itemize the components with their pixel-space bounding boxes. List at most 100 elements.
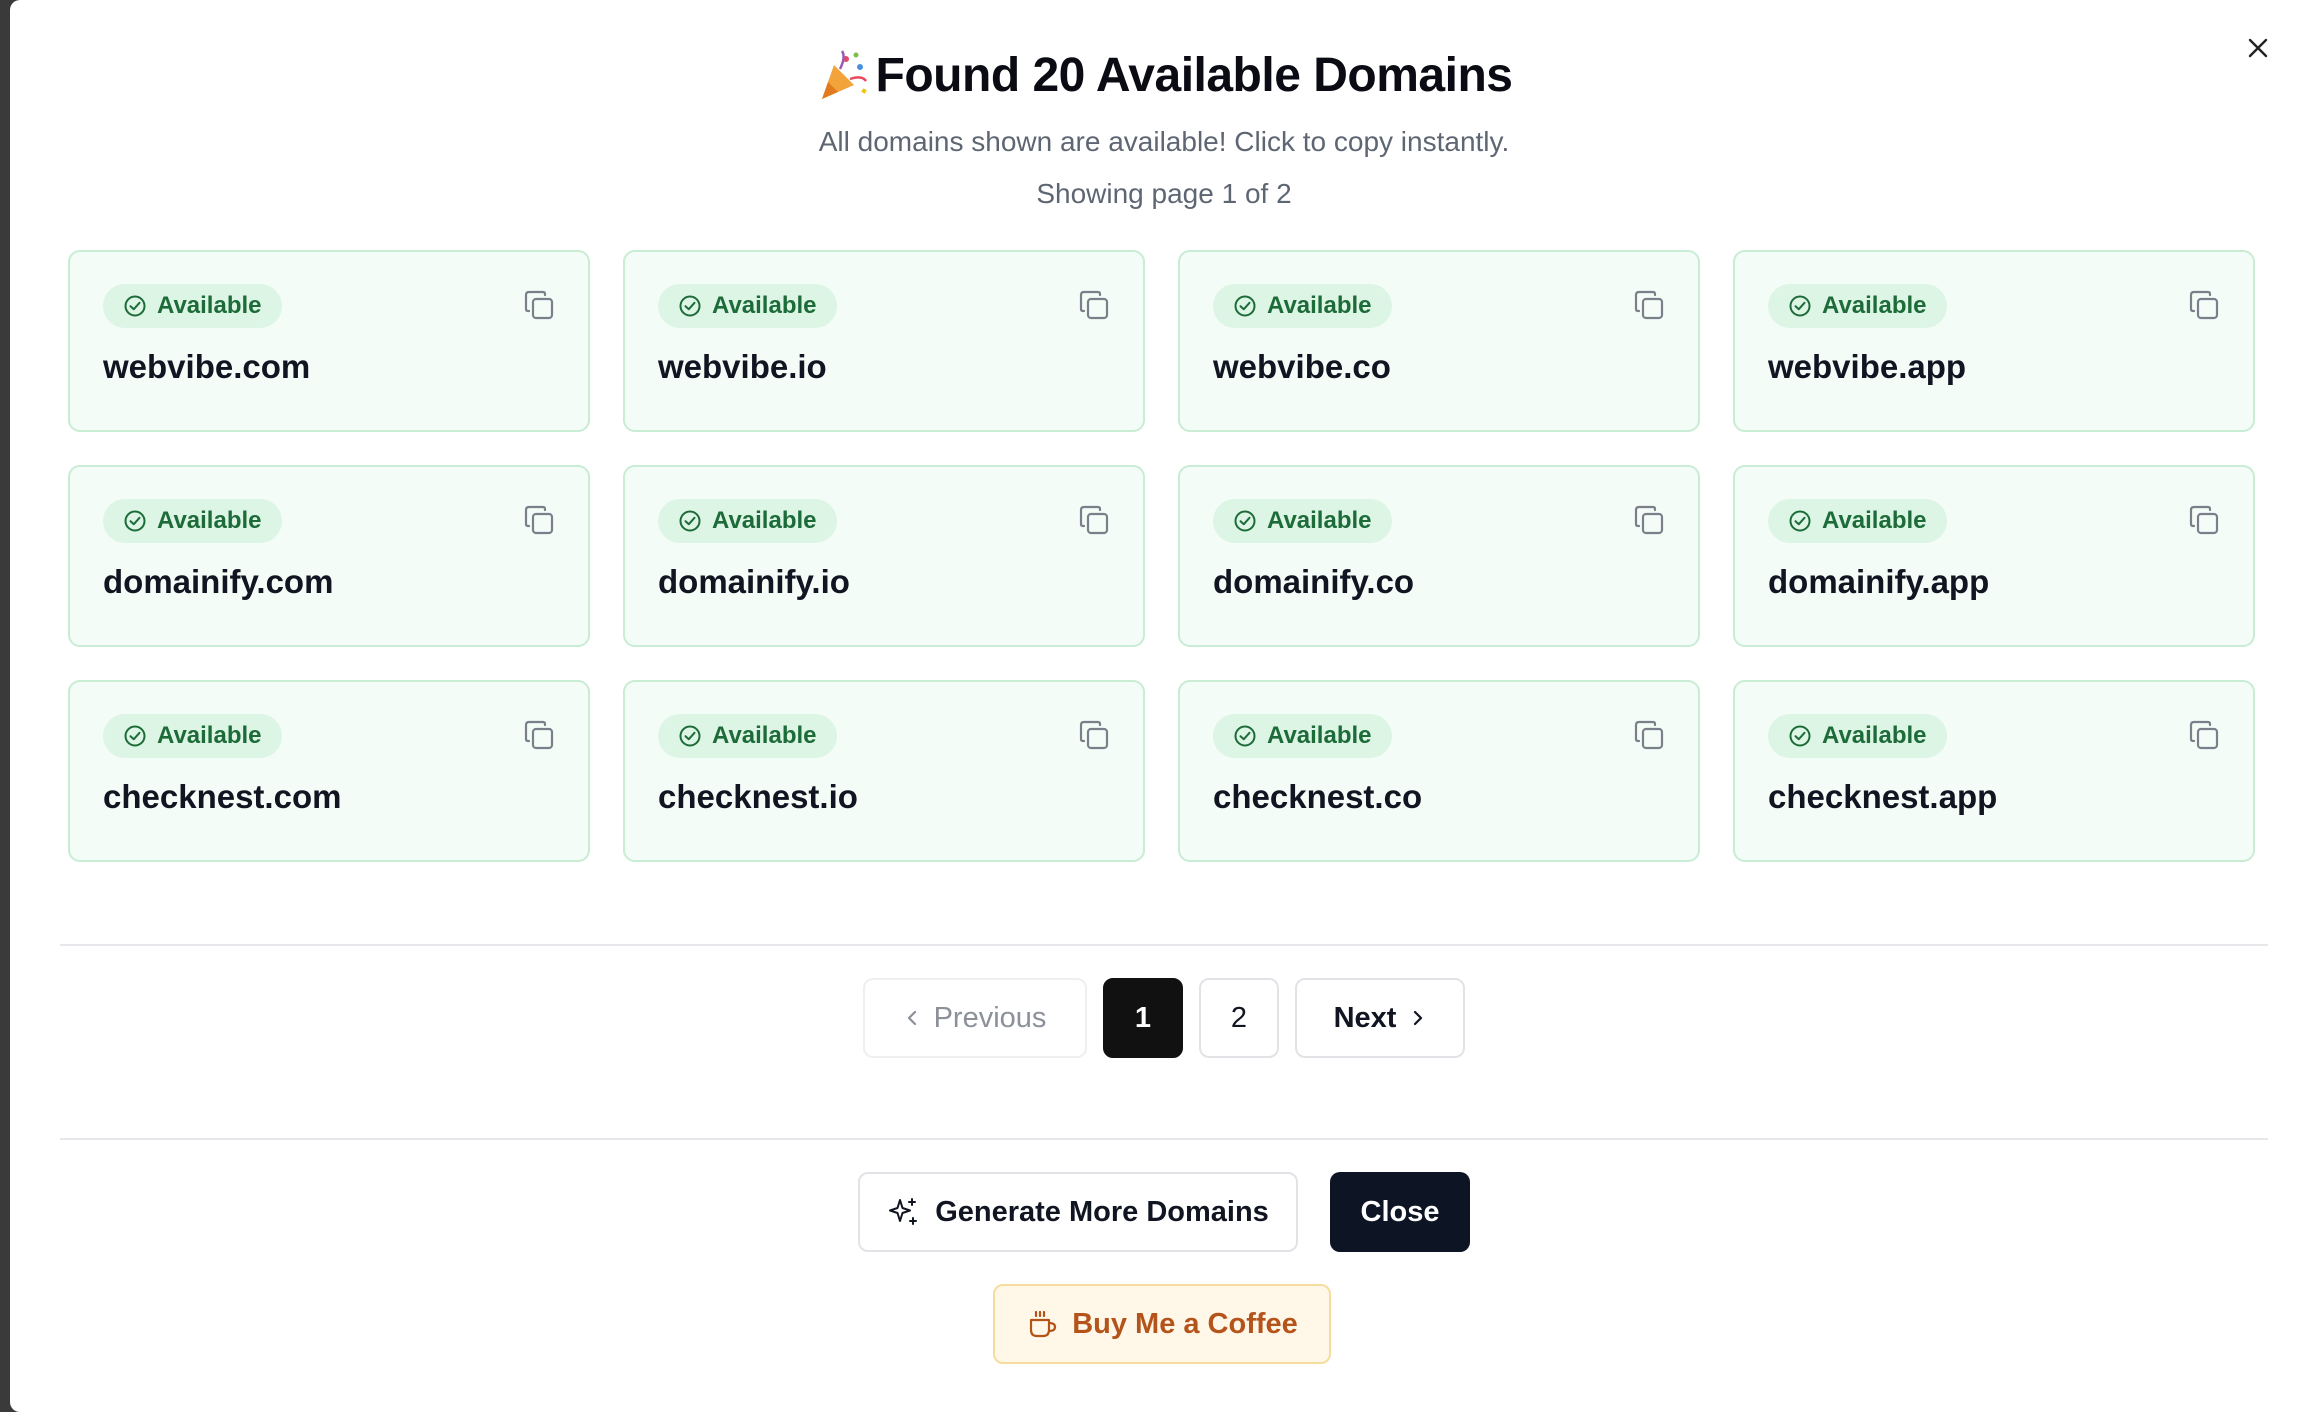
page-button-2[interactable]: 2 (1199, 978, 1279, 1058)
previous-label: Previous (933, 1001, 1047, 1034)
domain-name: checknest.com (103, 778, 342, 815)
domain-card[interactable]: Available webvibe.com (68, 250, 590, 432)
domain-name: checknest.app (1768, 778, 1998, 815)
copy-icon[interactable] (2187, 503, 2221, 537)
check-circle-icon (124, 295, 146, 317)
available-badge: Available (1768, 499, 1947, 543)
buy-me-a-coffee-button[interactable]: Buy Me a Coffee (993, 1284, 1331, 1364)
page-number: 1 (1134, 1001, 1152, 1034)
badge-label: Available (157, 722, 262, 749)
pagination: Previous 1 2 Next (10, 978, 2318, 1058)
badge-label: Available (157, 292, 262, 319)
domain-card[interactable]: Available domainify.io (623, 465, 1145, 647)
next-button[interactable]: Next (1295, 978, 1465, 1058)
domain-card[interactable]: Available domainify.com (68, 465, 590, 647)
check-circle-icon (679, 295, 701, 317)
domain-card[interactable]: Available checknest.io (623, 680, 1145, 862)
badge-label: Available (1267, 507, 1372, 534)
close-label: Close (1360, 1195, 1440, 1228)
domain-name: domainify.co (1213, 563, 1415, 600)
badge-label: Available (1822, 722, 1927, 749)
copy-icon[interactable] (1077, 503, 1111, 537)
close-button[interactable]: Close (1330, 1172, 1470, 1252)
copy-icon[interactable] (1632, 718, 1666, 752)
divider (60, 944, 2268, 946)
check-circle-icon (1234, 295, 1256, 317)
available-badge: Available (1213, 284, 1392, 328)
domain-card[interactable]: Available checknest.co (1178, 680, 1700, 862)
badge-label: Available (1267, 722, 1372, 749)
domain-card[interactable]: Available domainify.co (1178, 465, 1700, 647)
coffee-cup-icon (1030, 1310, 1057, 1338)
chevron-right-icon (1414, 1010, 1423, 1026)
domain-name: checknest.co (1213, 778, 1423, 815)
badge-label: Available (157, 507, 262, 534)
badge-label: Available (1822, 292, 1927, 319)
page-number: 2 (1230, 1001, 1248, 1034)
modal-subtitle: All domains shown are available! Click t… (818, 126, 1510, 157)
check-circle-icon (679, 725, 701, 747)
domain-card[interactable]: Available webvibe.co (1178, 250, 1700, 432)
sparkles-icon (889, 1198, 918, 1225)
copy-icon[interactable] (522, 288, 556, 322)
generate-label: Generate More Domains (935, 1195, 1269, 1228)
available-badge: Available (1213, 499, 1392, 543)
domain-card[interactable]: Available domainify.app (1733, 465, 2255, 647)
available-badge: Available (1768, 714, 1947, 758)
modal-title-text: Found 20 Available Domains (875, 49, 1513, 102)
domain-card[interactable]: Available checknest.app (1733, 680, 2255, 862)
domain-grid: Available webvibe.com Available webvibe.… (68, 250, 2255, 862)
check-circle-icon (1234, 510, 1256, 532)
check-circle-icon (124, 510, 146, 532)
copy-icon[interactable] (1632, 503, 1666, 537)
available-badge: Available (103, 499, 282, 543)
generate-more-button[interactable]: Generate More Domains (858, 1172, 1298, 1252)
chevron-left-icon (907, 1010, 916, 1026)
modal-actions: Generate More Domains Close (10, 1172, 2318, 1252)
next-label: Next (1333, 1001, 1397, 1034)
check-circle-icon (1234, 725, 1256, 747)
available-badge: Available (103, 714, 282, 758)
copy-icon[interactable] (522, 718, 556, 752)
domain-card[interactable]: Available checknest.com (68, 680, 590, 862)
available-badge: Available (658, 499, 837, 543)
page-button-1[interactable]: 1 (1103, 978, 1183, 1058)
coffee-label: Buy Me a Coffee (1072, 1307, 1298, 1340)
copy-icon[interactable] (1077, 288, 1111, 322)
domain-name: webvibe.com (103, 348, 311, 385)
domain-name: webvibe.co (1213, 348, 1391, 385)
badge-label: Available (1267, 292, 1372, 319)
domains-modal: Found 20 Available Domains All domains s… (10, 0, 2318, 1412)
page-info: Showing page 1 of 2 (1036, 178, 1292, 209)
domain-name: checknest.io (658, 778, 858, 815)
check-circle-icon (1789, 510, 1811, 532)
domain-name: webvibe.app (1768, 348, 1967, 385)
badge-label: Available (712, 722, 817, 749)
divider (60, 1138, 2268, 1140)
available-badge: Available (658, 284, 837, 328)
check-circle-icon (124, 725, 146, 747)
check-circle-icon (1789, 725, 1811, 747)
available-badge: Available (1213, 714, 1392, 758)
party-popper-icon (816, 49, 870, 103)
badge-label: Available (1822, 507, 1927, 534)
modal-title: Found 20 Available Domains (10, 48, 2318, 103)
domain-name: domainify.com (103, 563, 334, 600)
domain-name: webvibe.io (658, 348, 827, 385)
domain-card[interactable]: Available webvibe.io (623, 250, 1145, 432)
copy-icon[interactable] (2187, 288, 2221, 322)
copy-icon[interactable] (1077, 718, 1111, 752)
previous-button[interactable]: Previous (863, 978, 1087, 1058)
available-badge: Available (1768, 284, 1947, 328)
badge-label: Available (712, 292, 817, 319)
available-badge: Available (658, 714, 837, 758)
check-circle-icon (679, 510, 701, 532)
badge-label: Available (712, 507, 817, 534)
available-badge: Available (103, 284, 282, 328)
copy-icon[interactable] (1632, 288, 1666, 322)
copy-icon[interactable] (522, 503, 556, 537)
domain-name: domainify.io (658, 563, 850, 600)
copy-icon[interactable] (2187, 718, 2221, 752)
domain-card[interactable]: Available webvibe.app (1733, 250, 2255, 432)
domain-name: domainify.app (1768, 563, 1990, 600)
